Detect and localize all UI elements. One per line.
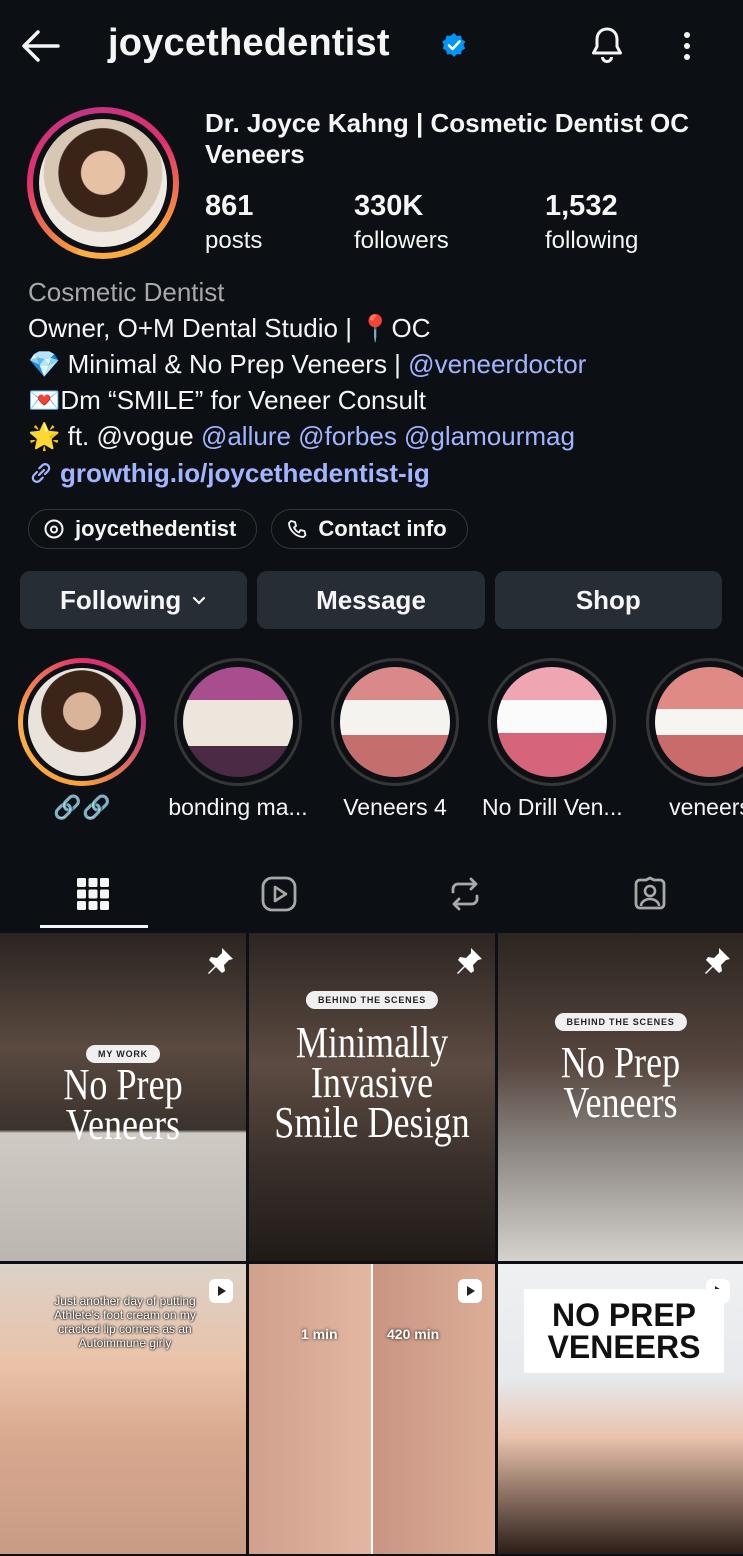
story-highlights: 🔗🔗 bonding ma... Veneers 4 No Drill Ven.… xyxy=(0,658,743,828)
highlight-item[interactable]: No Drill Ven... xyxy=(482,658,623,821)
profile-display-name: Dr. Joyce Kahng | Cosmetic Dentist OC Ve… xyxy=(205,108,690,169)
bio-line: 💎 Minimal & No Prep Veneers | @veneerdoc… xyxy=(28,349,587,379)
stat-posts-count: 861 xyxy=(205,190,254,222)
reposts-icon[interactable] xyxy=(372,858,558,930)
after-label: 420 min xyxy=(387,1326,440,1342)
highlight-item[interactable]: Veneers 4 xyxy=(325,658,465,821)
back-arrow-icon[interactable] xyxy=(20,26,62,66)
highlight-label: veneers xyxy=(669,794,743,820)
highlight-cover xyxy=(183,667,293,777)
reels-icon[interactable] xyxy=(186,858,372,930)
highlight-item[interactable]: veneers xyxy=(640,658,743,821)
chevron-down-icon xyxy=(193,596,206,605)
avatar-photo xyxy=(39,119,167,247)
highlight-item[interactable]: bonding ma... xyxy=(168,658,308,821)
highlight-cover xyxy=(28,668,136,776)
highlight-cover xyxy=(655,667,743,777)
post-overlay-title: No Prep Veneers xyxy=(560,1038,681,1127)
pin-icon xyxy=(453,945,485,982)
stat-followers[interactable]: 330K followers xyxy=(354,190,449,255)
more-vertical-icon[interactable] xyxy=(672,26,702,66)
link-icon xyxy=(31,463,51,483)
bio-line: 🌟 ft. @vogue @allure @forbes @glamourmag xyxy=(28,421,575,451)
profile-tabs xyxy=(0,858,743,930)
post-tag-pill: BEHIND THE SCENES xyxy=(305,991,439,1009)
following-button[interactable]: Following xyxy=(20,571,248,629)
top-bar: joycethedentist xyxy=(0,0,743,92)
post-overlay-title: No Prep Veneers xyxy=(63,1060,183,1149)
profile-bio: Cosmetic Dentist Owner, O+M Dental Studi… xyxy=(28,274,728,454)
stat-following-count: 1,532 xyxy=(545,190,618,222)
post-overlay-title: Minimally Invasive Smile Design xyxy=(274,1018,470,1147)
profile-category: Cosmetic Dentist xyxy=(28,277,225,307)
pin-icon xyxy=(701,945,733,982)
bell-icon[interactable] xyxy=(586,24,628,66)
post-overlay-title: NO PREP VENEERS xyxy=(524,1289,724,1373)
post-tile[interactable]: NO PREP VENEERS xyxy=(498,1264,743,1554)
highlight-label: 🔗🔗 xyxy=(53,794,111,820)
post-tag-pill: BEHIND THE SCENES xyxy=(554,1013,687,1031)
stat-following-label: following xyxy=(545,227,639,254)
contact-info-chip[interactable]: Contact info xyxy=(271,509,468,549)
highlight-cover xyxy=(340,667,450,777)
post-tile[interactable]: Just another day of putting Athlete's fo… xyxy=(0,1264,246,1554)
stat-following[interactable]: 1,532 following xyxy=(545,190,638,255)
bio-link[interactable]: growthig.io/joycethedentist-ig xyxy=(28,458,430,489)
post-tile[interactable]: 1 min 420 min xyxy=(249,1264,495,1554)
highlight-label: No Drill Ven... xyxy=(482,794,623,820)
threads-chip[interactable]: joycethedentist xyxy=(28,509,258,549)
before-label: 1 min xyxy=(301,1326,338,1342)
active-tab-indicator xyxy=(40,925,148,928)
highlight-label: bonding ma... xyxy=(168,794,308,820)
profile-chips: joycethedentist Contact info xyxy=(28,509,468,549)
phone-icon xyxy=(288,520,307,538)
profile-avatar[interactable] xyxy=(27,107,179,259)
reel-icon xyxy=(457,1278,483,1309)
posts-grid: MY WORK No Prep Veneers BEHIND THE SCENE… xyxy=(0,933,743,1554)
post-caption: Just another day of putting Athlete's fo… xyxy=(54,1294,196,1350)
post-tile[interactable]: BEHIND THE SCENES Minimally Invasive Smi… xyxy=(249,933,495,1261)
reel-icon xyxy=(208,1278,234,1309)
verified-badge-icon xyxy=(441,32,467,58)
message-button[interactable]: Message xyxy=(257,571,485,629)
bio-line: 💌Dm “SMILE” for Veneer Consult xyxy=(28,385,426,415)
stat-posts-label: posts xyxy=(205,227,263,254)
bio-line: Owner, O+M Dental Studio | 📍OC xyxy=(28,313,431,343)
highlight-item[interactable]: 🔗🔗 xyxy=(12,658,152,821)
stat-posts[interactable]: 861 posts xyxy=(205,190,262,255)
highlight-label: Veneers 4 xyxy=(343,794,447,820)
stat-followers-label: followers xyxy=(354,227,449,254)
profile-username: joycethedentist xyxy=(108,22,390,64)
mention-link[interactable]: @veneerdoctor xyxy=(408,349,586,379)
threads-icon xyxy=(44,519,64,539)
profile-actions: Following Message Shop xyxy=(20,571,722,629)
tagged-icon[interactable] xyxy=(557,858,743,930)
mention-link[interactable]: @allure @forbes @glamourmag xyxy=(201,421,575,451)
grid-icon[interactable] xyxy=(0,858,186,930)
post-tile[interactable]: BEHIND THE SCENES No Prep Veneers xyxy=(498,933,743,1261)
highlight-cover xyxy=(497,667,607,777)
pin-icon xyxy=(204,945,236,982)
stat-followers-count: 330K xyxy=(354,190,424,222)
shop-button[interactable]: Shop xyxy=(494,571,722,629)
post-tile[interactable]: MY WORK No Prep Veneers xyxy=(0,933,246,1261)
